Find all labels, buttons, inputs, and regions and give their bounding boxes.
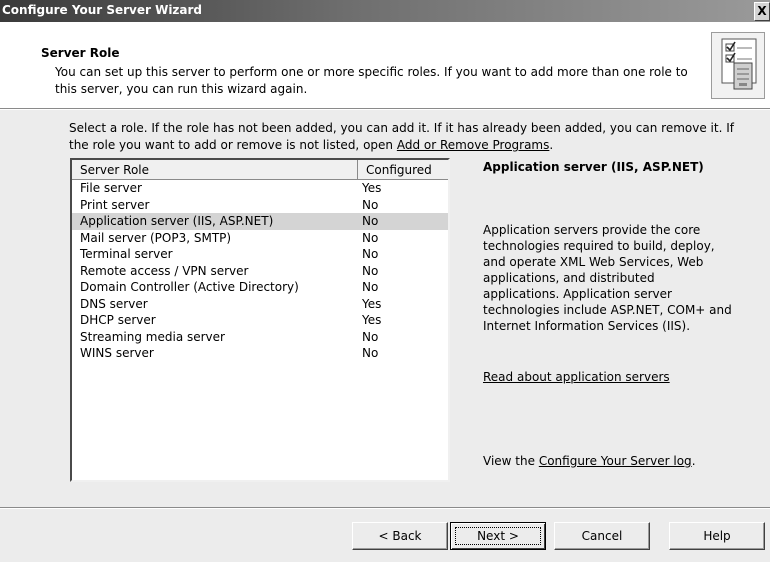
list-header: Server Role Configured (72, 160, 448, 180)
instructions-end: . (549, 138, 554, 152)
log-line: View the Configure Your Server log. (483, 454, 696, 468)
role-configured: No (362, 346, 379, 360)
list-row-dhcp-server[interactable]: DHCP server Yes (72, 312, 448, 329)
help-button[interactable]: Help (669, 522, 765, 550)
wizard-checklist-icon (711, 32, 765, 99)
list-row-application-server[interactable]: Application server (IIS, ASP.NET) No (72, 213, 448, 230)
configure-server-log-link[interactable]: Configure Your Server log (539, 454, 692, 468)
instructions-text: Select a role. If the role has not been … (69, 120, 749, 154)
next-button[interactable]: Next > (450, 522, 546, 550)
list-row-terminal-server[interactable]: Terminal server No (72, 246, 448, 263)
role-name: Print server (80, 197, 150, 212)
list-row-print-server[interactable]: Print server No (72, 197, 448, 214)
list-row-wins-server[interactable]: WINS server No (72, 345, 448, 362)
wizard-header: Server Role You can set up this server t… (0, 22, 770, 108)
column-header-configured[interactable]: Configured (358, 160, 448, 180)
role-configured: No (362, 230, 379, 245)
role-name: Remote access / VPN server (80, 263, 249, 278)
window-title: Configure Your Server Wizard (2, 3, 203, 17)
column-header-server-role[interactable]: Server Role (72, 160, 358, 180)
log-suffix: . (691, 454, 696, 468)
footer-divider (0, 507, 770, 509)
role-configured: No (362, 197, 379, 212)
role-configured: Yes (362, 296, 382, 311)
server-role-list[interactable]: Server Role Configured File server Yes Pr… (70, 158, 450, 482)
read-about-link[interactable]: Read about application servers (483, 370, 670, 384)
role-name: Streaming media server (80, 329, 225, 344)
log-prefix: View the (483, 454, 535, 468)
list-row-remote-access[interactable]: Remote access / VPN server No (72, 263, 448, 280)
role-configured: No (362, 214, 379, 228)
page-description: You can set up this server to perform on… (55, 65, 688, 96)
back-button[interactable]: < Back (352, 522, 448, 550)
role-name: Domain Controller (Active Directory) (80, 280, 299, 294)
role-configured: No (362, 280, 379, 294)
role-name: Terminal server (80, 247, 173, 261)
add-remove-programs-link[interactable]: Add or Remove Programs (397, 138, 550, 152)
close-button[interactable]: X (754, 2, 770, 21)
role-configured: Yes (362, 313, 382, 327)
list-row-dns-server[interactable]: DNS server Yes (72, 296, 448, 313)
page-title: Server Role (41, 46, 120, 60)
role-name: Mail server (POP3, SMTP) (80, 230, 232, 245)
title-bar[interactable]: Configure Your Server Wizard X (0, 0, 770, 22)
list-rows: File server Yes Print server No Applicatio… (72, 180, 448, 362)
next-button-label: Next > (477, 529, 519, 543)
wizard-window: Configure Your Server Wizard X Server Ro… (0, 0, 770, 562)
header-divider (0, 108, 770, 110)
role-configured: No (362, 263, 379, 278)
role-detail-title: Application server (IIS, ASP.NET) (483, 160, 704, 174)
list-row-streaming-media[interactable]: Streaming media server No (72, 329, 448, 346)
role-name: WINS server (80, 346, 154, 360)
list-row-mail-server[interactable]: Mail server (POP3, SMTP) No (72, 230, 448, 247)
role-configured: No (362, 247, 379, 261)
cancel-button[interactable]: Cancel (554, 522, 650, 550)
role-name: File server (80, 181, 142, 195)
role-detail-description: Application servers provide the core tec… (483, 223, 732, 333)
role-configured: No (362, 329, 379, 344)
role-name: DNS server (80, 296, 148, 311)
role-name: DHCP server (80, 313, 156, 327)
role-configured: Yes (362, 181, 382, 195)
list-row-file-server[interactable]: File server Yes (72, 180, 448, 197)
role-name: Application server (IIS, ASP.NET) (80, 214, 274, 228)
list-row-domain-controller[interactable]: Domain Controller (Active Directory) No (72, 279, 448, 296)
